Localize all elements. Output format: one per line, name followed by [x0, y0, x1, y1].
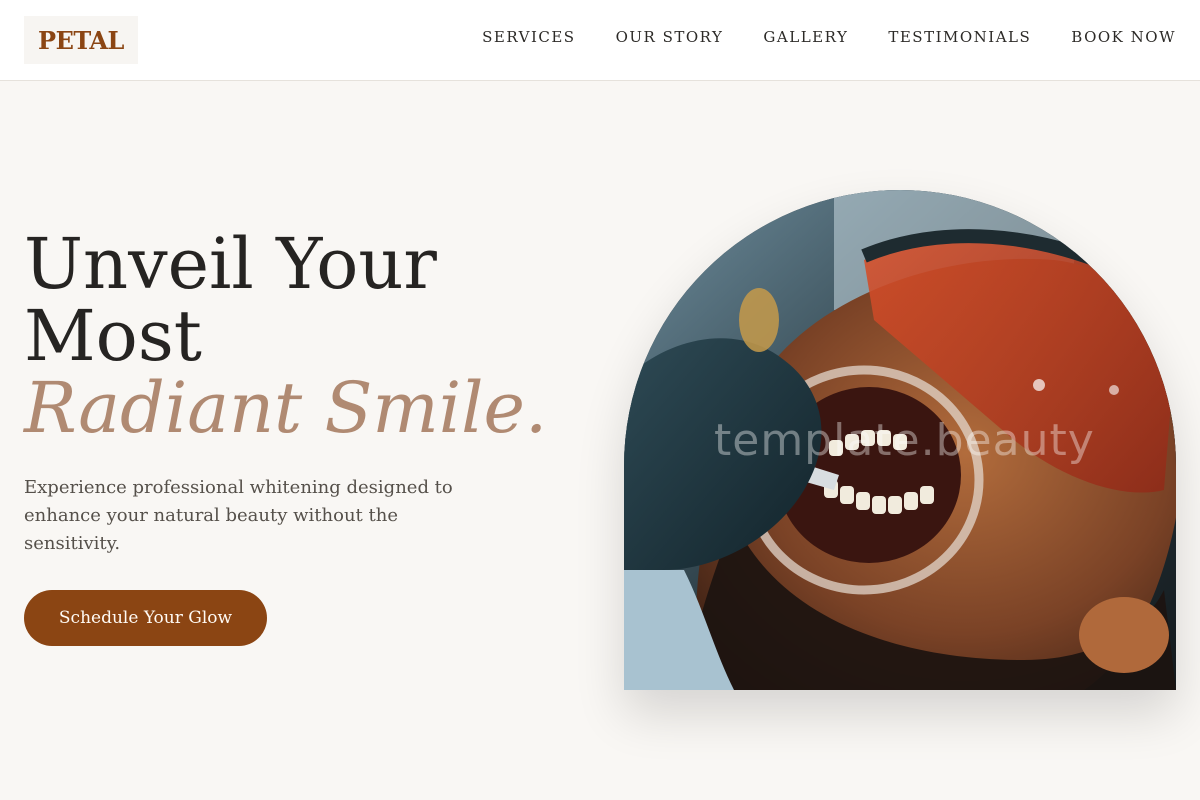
nav-testimonials-link[interactable]: TESTIMONIALS: [888, 28, 1031, 46]
nav-gallery-link[interactable]: GALLERY: [763, 28, 848, 46]
hero-title-accent: Radiant Smile.: [24, 367, 548, 449]
hero-image: template.beauty: [624, 190, 1176, 690]
hero-title-line-2: Most: [24, 295, 202, 377]
schedule-button[interactable]: Schedule Your Glow: [24, 590, 267, 646]
main-nav: SERVICES OUR STORY GALLERY TESTIMONIALS …: [482, 28, 1176, 46]
nav-our-story-link[interactable]: OUR STORY: [616, 28, 724, 46]
site-header: PETAL SERVICES OUR STORY GALLERY TESTIMO…: [0, 0, 1200, 81]
logo[interactable]: PETAL: [24, 16, 138, 64]
hero-title: Unveil Your Most Radiant Smile.: [24, 228, 547, 444]
watermark-text: template.beauty: [714, 415, 1095, 466]
hero-title-line-1: Unveil Your: [24, 223, 437, 305]
nav-book-now-link[interactable]: BOOK NOW: [1071, 28, 1176, 46]
hero-description: Experience professional whitening design…: [24, 477, 453, 554]
nav-services-link[interactable]: SERVICES: [482, 28, 575, 46]
